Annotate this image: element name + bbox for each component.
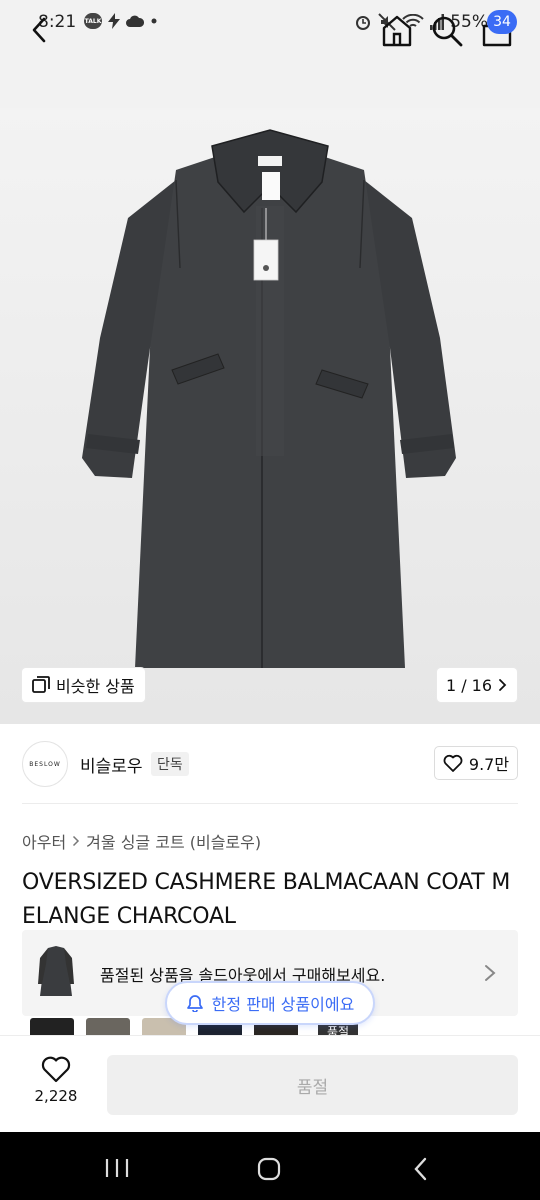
app-header xyxy=(0,44,540,108)
heart-icon xyxy=(41,1056,71,1083)
pager-text: 1 / 16 xyxy=(445,675,493,695)
brand-logo-text: BESLOW xyxy=(29,760,61,768)
status-notifications: TALK xyxy=(84,13,158,29)
breadcrumb-category[interactable]: 아우터 xyxy=(22,829,66,853)
home-icon[interactable] xyxy=(380,14,414,48)
alarm-icon xyxy=(356,16,371,30)
chevron-right-icon xyxy=(485,965,496,981)
similar-products-button[interactable]: 비슷한 상품 xyxy=(22,668,145,702)
dot-icon xyxy=(151,18,157,24)
exclusive-badge: 단독 xyxy=(151,752,189,776)
soldout-product-thumbnail xyxy=(38,946,74,996)
back-nav-icon[interactable] xyxy=(410,1156,432,1182)
heart-outline-icon xyxy=(443,754,463,772)
chevron-right-icon xyxy=(499,679,507,691)
divider xyxy=(22,803,518,804)
coat-image xyxy=(82,129,456,668)
home-nav-icon[interactable] xyxy=(256,1156,282,1182)
limited-sale-text: 한정 판매 상품이에요 xyxy=(211,995,355,1014)
brand-like-count: 9.7만 xyxy=(468,755,510,774)
cloud-icon xyxy=(126,15,144,27)
bell-icon xyxy=(186,995,203,1012)
search-icon[interactable] xyxy=(430,14,464,48)
talk-icon: TALK xyxy=(84,13,102,29)
cart-count-badge: 34 xyxy=(487,10,517,34)
brand-like-button[interactable]: 9.7만 xyxy=(434,746,518,780)
image-pager[interactable]: 1 / 16 xyxy=(437,668,517,702)
copy-icon xyxy=(32,676,50,693)
chevron-right-icon xyxy=(73,835,80,847)
breadcrumb: 아우터 겨울 싱글 코트 (비슬로우) xyxy=(22,829,261,853)
product-title: OVERSIZED CASHMERE BALMACAAN COAT MELANG… xyxy=(22,870,511,929)
soldout-buy-button[interactable]: 품절 xyxy=(107,1055,518,1115)
wishlist-button[interactable]: 2,228 xyxy=(26,1055,86,1115)
product-image-gallery[interactable] xyxy=(0,108,540,724)
breadcrumb-subcategory[interactable]: 겨울 싱글 코트 (비슬로우) xyxy=(86,829,261,853)
similar-products-label: 비슷한 상품 xyxy=(56,677,135,696)
back-icon[interactable] xyxy=(24,14,56,46)
wishlist-count: 2,228 xyxy=(34,1087,78,1105)
recent-apps-icon[interactable] xyxy=(104,1157,130,1179)
brand-name[interactable]: 비슬로우 xyxy=(80,752,143,777)
limited-sale-notice: 한정 판매 상품이에요 xyxy=(165,981,375,1025)
bolt-icon xyxy=(108,13,120,29)
brand-logo[interactable]: BESLOW xyxy=(22,741,68,787)
